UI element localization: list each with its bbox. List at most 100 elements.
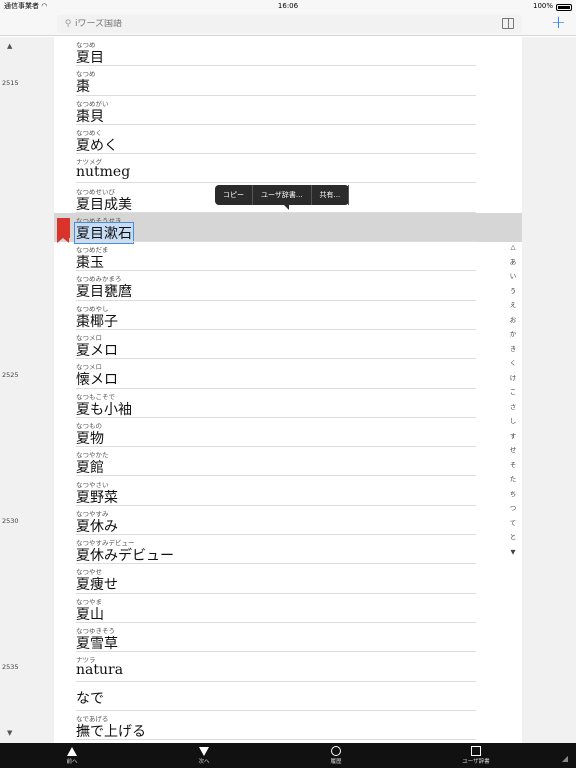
- search-input[interactable]: [75, 19, 455, 29]
- user-dict-icon: [471, 746, 481, 756]
- kana-index-item[interactable]: く: [504, 356, 522, 371]
- next-button[interactable]: 次へ: [174, 746, 234, 765]
- kana-index[interactable]: △ あいうえおかきくけこさしすせそたちつてと ▼: [504, 240, 522, 559]
- line-number: 2530: [2, 517, 19, 525]
- entry-headword: 夏メロ: [76, 343, 118, 359]
- share-menu-item[interactable]: 共有...: [312, 185, 350, 205]
- scroll-up-icon[interactable]: ▲: [7, 42, 12, 50]
- list-item[interactable]: なつやせ 夏痩せ: [54, 564, 522, 594]
- list-item[interactable]: なつゆきそう 夏雪草: [54, 623, 522, 653]
- entry-headword: 夏館: [76, 460, 104, 477]
- list-item[interactable]: ナツラ natura: [54, 652, 522, 682]
- list-item-selected[interactable]: なつめそうせき 夏目漱石: [54, 212, 522, 244]
- left-gutter: [0, 37, 54, 743]
- entry-headword: 夏目成美: [76, 196, 132, 213]
- bottom-toolbar: 前へ 次へ 履歴 ユーザ辞書 ◢: [0, 743, 576, 768]
- kana-index-item[interactable]: う: [504, 284, 522, 299]
- entry-list[interactable]: なつめ 夏目 なつめ棗なつめがい 棗貝 なつめく 夏めく ナツメグ nutmeg なつめせいび夏…: [54, 37, 522, 743]
- next-label: 次へ: [198, 759, 210, 765]
- list-item[interactable]: なつめく 夏めく: [54, 125, 522, 155]
- up-arrow-icon: [67, 747, 77, 756]
- entry-headword: 夏休みデビュー: [76, 548, 174, 565]
- list-item[interactable]: なつやかた 夏館: [54, 447, 522, 477]
- entry-headword: 棗貝: [76, 108, 104, 125]
- line-number: 2515: [2, 79, 19, 87]
- list-item[interactable]: なつやま 夏山: [54, 594, 522, 623]
- list-item[interactable]: なであげる 撫で上げる: [54, 711, 522, 741]
- book-icon[interactable]: [502, 18, 514, 29]
- list-item[interactable]: なつめやし 棗椰子: [54, 301, 522, 330]
- kana-index-item[interactable]: と: [504, 530, 522, 545]
- entry-headword: 撫で上げる: [76, 723, 146, 740]
- kana-index-item[interactable]: さ: [504, 400, 522, 415]
- line-number: 2525: [2, 371, 19, 379]
- entry-headword: natura: [76, 662, 124, 679]
- list-item[interactable]: ナツメグ nutmeg: [54, 154, 522, 184]
- battery-percent: 100%: [532, 2, 553, 10]
- kana-index-item[interactable]: お: [504, 313, 522, 328]
- list-item[interactable]: なつめがい 棗貝: [54, 96, 522, 125]
- entry-headword: なで: [76, 690, 104, 707]
- menu-pointer: [284, 205, 289, 210]
- kana-index-item[interactable]: か: [504, 327, 522, 342]
- kana-index-item[interactable]: そ: [504, 458, 522, 473]
- list-item[interactable]: なつメロ 懐メロ: [54, 359, 522, 389]
- search-bar[interactable]: ⚲: [57, 15, 522, 33]
- entry-headword: 懐メロ: [76, 372, 118, 389]
- kana-index-item[interactable]: こ: [504, 385, 522, 400]
- entry-headword: 夏目漱石: [74, 221, 134, 244]
- list-item[interactable]: なつめだま 棗玉: [54, 242, 522, 272]
- kana-index-item[interactable]: つ: [504, 501, 522, 516]
- kana-index-item[interactable]: す: [504, 429, 522, 444]
- history-label: 履歴: [330, 759, 342, 765]
- kana-index-item[interactable]: て: [504, 516, 522, 531]
- list-item[interactable]: なつもの 夏物: [54, 418, 522, 448]
- kana-index-item[interactable]: せ: [504, 443, 522, 458]
- kana-index-down-icon[interactable]: ▼: [504, 545, 522, 560]
- user-dict-label: ユーザ辞書: [462, 759, 490, 765]
- kana-index-item[interactable]: け: [504, 371, 522, 386]
- kana-index-item[interactable]: た: [504, 472, 522, 487]
- bookmark-icon[interactable]: [57, 218, 70, 243]
- entry-headword: 夏目: [76, 50, 104, 66]
- kana-index-item[interactable]: き: [504, 342, 522, 357]
- entry-headword: 夏雪草: [76, 636, 118, 652]
- entry-headword: 夏も小袖: [76, 401, 132, 418]
- list-item[interactable]: なつやすみ 夏休み: [54, 506, 522, 536]
- user-dict-menu-item[interactable]: ユーザ辞書...: [253, 185, 312, 205]
- kana-index-item[interactable]: い: [504, 269, 522, 284]
- resize-grip-icon[interactable]: ◢: [562, 754, 568, 763]
- entry-headword: 夏目甕麿: [76, 284, 132, 301]
- add-button[interactable]: +: [551, 14, 566, 32]
- copy-menu-item[interactable]: コピー: [215, 185, 253, 205]
- list-item[interactable]: なつもこそで 夏も小袖: [54, 389, 522, 418]
- list-item[interactable]: なつやさい 夏野菜: [54, 477, 522, 506]
- search-icon: ⚲: [64, 19, 72, 29]
- scroll-down-icon[interactable]: ▼: [7, 729, 12, 737]
- entry-headword: 夏めく: [76, 137, 118, 154]
- entry-headword: nutmeg: [76, 164, 131, 181]
- user-dict-button[interactable]: ユーザ辞書: [446, 746, 506, 765]
- kana-index-item[interactable]: え: [504, 298, 522, 313]
- prev-button[interactable]: 前へ: [42, 746, 102, 765]
- status-bar: 通信事業者 ◠ 16:06 100%: [0, 0, 576, 12]
- clock-label: 16:06: [277, 2, 299, 10]
- entry-headword: 夏山: [76, 606, 104, 623]
- kana-index-item[interactable]: あ: [504, 255, 522, 270]
- kana-index-up-icon[interactable]: △: [504, 240, 522, 255]
- kana-index-item[interactable]: し: [504, 414, 522, 429]
- context-menu: コピー ユーザ辞書... 共有...: [215, 185, 350, 210]
- list-item[interactable]: なつメロ 夏メロ: [54, 330, 522, 360]
- list-item[interactable]: なつめみかまろ 夏目甕麿: [54, 271, 522, 301]
- line-number: 2535: [2, 663, 19, 671]
- entry-headword: 棗: [76, 79, 90, 96]
- down-arrow-icon: [199, 747, 209, 756]
- history-button[interactable]: 履歴: [306, 746, 366, 765]
- list-item[interactable]: なつやすみデビュー 夏休みデビュー: [54, 535, 522, 565]
- list-item[interactable]: なつめ棗: [54, 66, 522, 96]
- list-item[interactable]: なつめ 夏目: [54, 37, 522, 67]
- list-item[interactable]: なで: [54, 682, 522, 711]
- entry-headword: 夏休み: [76, 518, 118, 535]
- right-gutter: [522, 37, 576, 743]
- kana-index-item[interactable]: ち: [504, 487, 522, 502]
